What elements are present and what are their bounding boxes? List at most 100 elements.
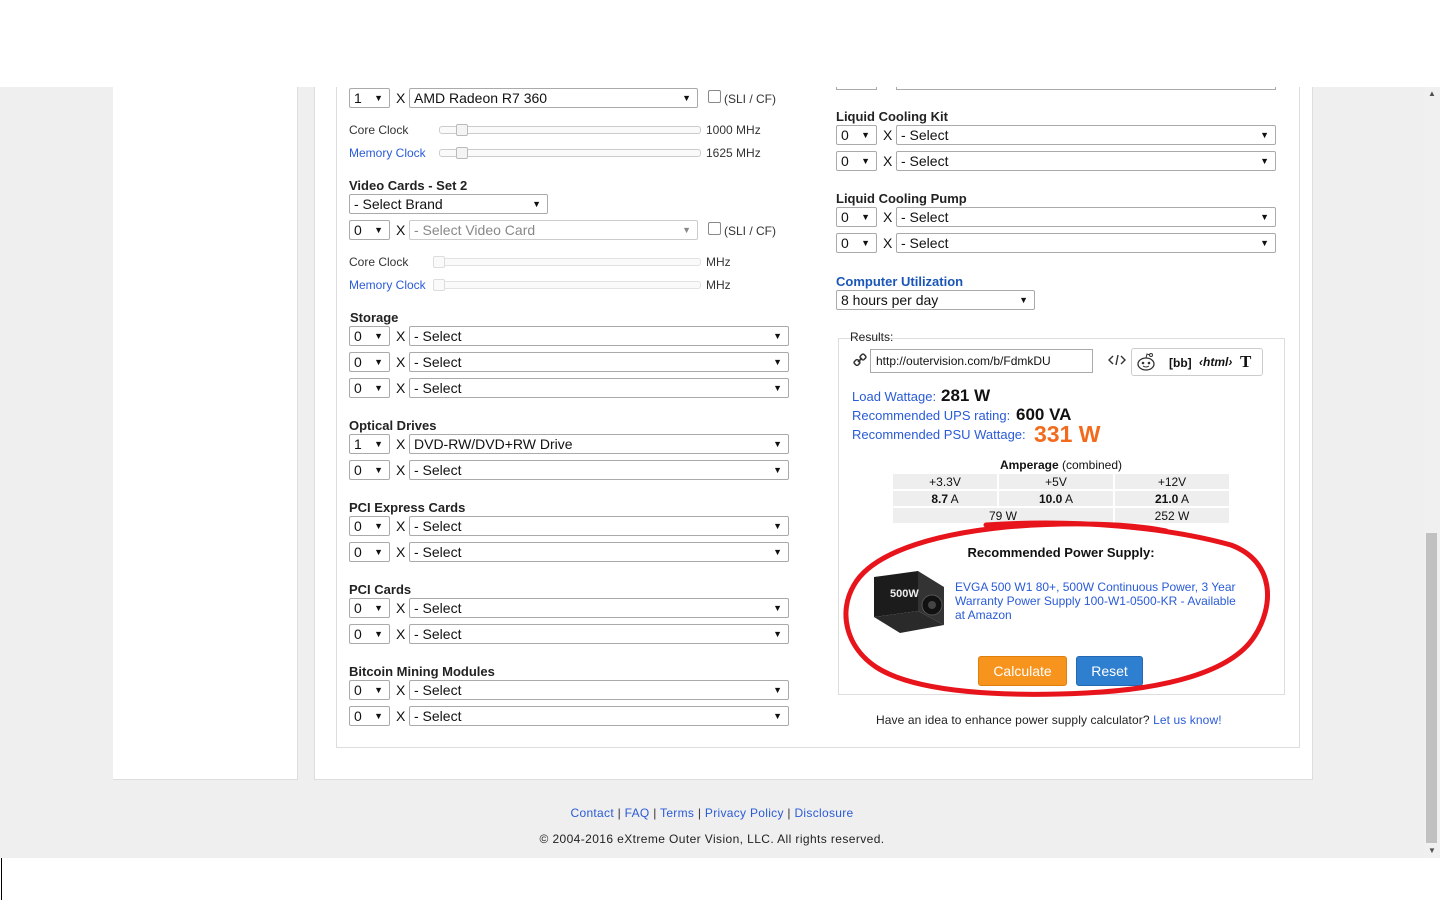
computer-utilization-title[interactable]: Computer Utilization bbox=[836, 274, 963, 289]
footer-faq-link[interactable]: FAQ bbox=[625, 806, 650, 820]
vertical-scrollbar[interactable]: ▲ ▼ bbox=[1424, 87, 1440, 858]
video1-card-select[interactable]: AMD Radeon R7 360 ▼ bbox=[409, 88, 698, 108]
select-value: - Select bbox=[901, 209, 949, 225]
bbcode-share-button[interactable]: [bb] bbox=[1169, 356, 1192, 370]
dropdown-arrow-icon: ▼ bbox=[773, 465, 782, 475]
pcie-qty-select-1[interactable]: 0 ▼ bbox=[349, 516, 390, 536]
video2-core-clock-slider[interactable] bbox=[433, 258, 701, 266]
feedback-link[interactable]: Let us know! bbox=[1153, 713, 1222, 727]
dropdown-arrow-icon: ▼ bbox=[1260, 212, 1269, 222]
dropdown-arrow-icon: ▼ bbox=[773, 521, 782, 531]
ups-rating-label: Recommended UPS rating: bbox=[852, 408, 1011, 423]
bitcoin-item-select-2[interactable]: - Select ▼ bbox=[409, 706, 789, 726]
pump-qty-select-2[interactable]: 0 ▼ bbox=[836, 233, 877, 253]
pci-qty-select-1[interactable]: 0 ▼ bbox=[349, 598, 390, 618]
scroll-down-arrow-icon[interactable]: ▼ bbox=[1424, 844, 1440, 858]
times-label: X bbox=[396, 708, 406, 724]
cutoff-item-select[interactable] bbox=[896, 87, 1276, 90]
video2-sli-checkbox[interactable] bbox=[708, 222, 721, 235]
pcie-qty-select-2[interactable]: 0 ▼ bbox=[349, 542, 390, 562]
table-row: +3.3V +5V +12V bbox=[893, 474, 1229, 489]
dropdown-arrow-icon: ▼ bbox=[773, 711, 782, 721]
video1-qty-select[interactable]: 1 ▼ bbox=[349, 88, 390, 108]
storage-qty-select-2[interactable]: 0 ▼ bbox=[349, 352, 390, 372]
video1-core-clock-slider[interactable] bbox=[439, 126, 701, 134]
dropdown-arrow-icon: ▼ bbox=[374, 93, 383, 103]
storage-item-select-2[interactable]: - Select ▼ bbox=[409, 352, 789, 372]
amp-5v: 10.0 A bbox=[999, 491, 1113, 506]
browser-bottom-area bbox=[0, 858, 1440, 900]
video2-card-select[interactable]: - Select Video Card ▼ bbox=[409, 220, 698, 240]
amperage-subtitle: (combined) bbox=[1062, 458, 1123, 472]
dropdown-arrow-icon: ▼ bbox=[773, 603, 782, 613]
video1-sli-checkbox[interactable] bbox=[708, 90, 721, 103]
pci-item-select-2[interactable]: - Select ▼ bbox=[409, 624, 789, 644]
select-value: - Select Brand bbox=[354, 196, 443, 212]
scrollbar-thumb[interactable] bbox=[1426, 533, 1437, 843]
optical-qty-select-2[interactable]: 0 ▼ bbox=[349, 460, 390, 480]
select-value: - Select bbox=[414, 544, 462, 560]
bitcoin-qty-select-2[interactable]: 0 ▼ bbox=[349, 706, 390, 726]
video2-qty-select[interactable]: 0 ▼ bbox=[349, 220, 390, 240]
dropdown-arrow-icon: ▼ bbox=[1260, 238, 1269, 248]
pump-item-select-2[interactable]: - Select ▼ bbox=[896, 233, 1276, 253]
pcie-item-select-1[interactable]: - Select ▼ bbox=[409, 516, 789, 536]
embed-code-icon[interactable] bbox=[1108, 353, 1128, 369]
footer-links: Contact | FAQ | Terms | Privacy Policy |… bbox=[570, 806, 854, 820]
storage-item-select-1[interactable]: - Select ▼ bbox=[409, 326, 789, 346]
footer-disclosure-link[interactable]: Disclosure bbox=[794, 806, 853, 820]
storage-item-select-3[interactable]: - Select ▼ bbox=[409, 378, 789, 398]
storage-qty-select-3[interactable]: 0 ▼ bbox=[349, 378, 390, 398]
slider-handle[interactable] bbox=[433, 256, 445, 268]
optical-qty-select-1[interactable]: 1 ▼ bbox=[349, 434, 390, 454]
kit-qty-select-2[interactable]: 0 ▼ bbox=[836, 151, 877, 171]
pump-qty-select-1[interactable]: 0 ▼ bbox=[836, 207, 877, 227]
dropdown-arrow-icon: ▼ bbox=[374, 685, 383, 695]
kit-qty-select-1[interactable]: 0 ▼ bbox=[836, 125, 877, 145]
kit-item-select-2[interactable]: - Select ▼ bbox=[896, 151, 1276, 171]
times-label: X bbox=[396, 436, 406, 452]
text-caret bbox=[1, 858, 2, 900]
scroll-up-arrow-icon[interactable]: ▲ bbox=[1424, 87, 1440, 101]
select-value: 0 bbox=[354, 626, 362, 642]
video2-brand-select[interactable]: - Select Brand ▼ bbox=[349, 194, 548, 214]
video2-memory-clock-label[interactable]: Memory Clock bbox=[349, 278, 426, 292]
utilization-select[interactable]: 8 hours per day ▼ bbox=[836, 290, 1035, 310]
text-share-button[interactable]: T bbox=[1240, 352, 1251, 372]
dropdown-arrow-icon: ▼ bbox=[861, 130, 870, 140]
pci-qty-select-2[interactable]: 0 ▼ bbox=[349, 624, 390, 644]
select-value: 0 bbox=[841, 209, 849, 225]
video2-core-clock-unit: MHz bbox=[706, 255, 731, 269]
pci-item-select-1[interactable]: - Select ▼ bbox=[409, 598, 789, 618]
reddit-icon[interactable] bbox=[1135, 352, 1157, 372]
kit-item-select-1[interactable]: - Select ▼ bbox=[896, 125, 1276, 145]
dropdown-arrow-icon: ▼ bbox=[374, 225, 383, 235]
bitcoin-item-select-1[interactable]: - Select ▼ bbox=[409, 680, 789, 700]
pump-item-select-1[interactable]: - Select ▼ bbox=[896, 207, 1276, 227]
video1-memory-clock-slider[interactable] bbox=[439, 149, 701, 157]
optical-item-select-2[interactable]: - Select ▼ bbox=[409, 460, 789, 480]
footer-contact-link[interactable]: Contact bbox=[571, 806, 614, 820]
video2-memory-clock-slider[interactable] bbox=[433, 281, 701, 289]
select-value: 0 bbox=[841, 127, 849, 143]
slider-handle[interactable] bbox=[456, 124, 468, 136]
share-url-input[interactable]: http://outervision.com/b/FdmkDU bbox=[870, 349, 1093, 373]
slider-handle[interactable] bbox=[456, 147, 468, 159]
optical-item-select-1[interactable]: DVD-RW/DVD+RW Drive ▼ bbox=[409, 434, 789, 454]
footer-terms-link[interactable]: Terms bbox=[660, 806, 694, 820]
html-share-button[interactable]: ‹html› bbox=[1199, 355, 1232, 369]
rail-33v: +3.3V bbox=[893, 474, 997, 489]
select-value: - Select bbox=[414, 462, 462, 478]
video-set2-title: Video Cards - Set 2 bbox=[349, 178, 468, 193]
footer-copyright: © 2004-2016 eXtreme Outer Vision, LLC. A… bbox=[539, 832, 885, 846]
dropdown-arrow-icon: ▼ bbox=[374, 603, 383, 613]
footer-privacy-link[interactable]: Privacy Policy bbox=[705, 806, 784, 820]
cutoff-qty-select[interactable] bbox=[836, 87, 877, 90]
video1-memory-clock-label[interactable]: Memory Clock bbox=[349, 146, 426, 160]
bitcoin-qty-select-1[interactable]: 0 ▼ bbox=[349, 680, 390, 700]
slider-handle[interactable] bbox=[433, 279, 445, 291]
select-value: - Select Video Card bbox=[414, 222, 536, 238]
pci-express-title: PCI Express Cards bbox=[349, 500, 466, 515]
storage-qty-select-1[interactable]: 0 ▼ bbox=[349, 326, 390, 346]
pcie-item-select-2[interactable]: - Select ▼ bbox=[409, 542, 789, 562]
